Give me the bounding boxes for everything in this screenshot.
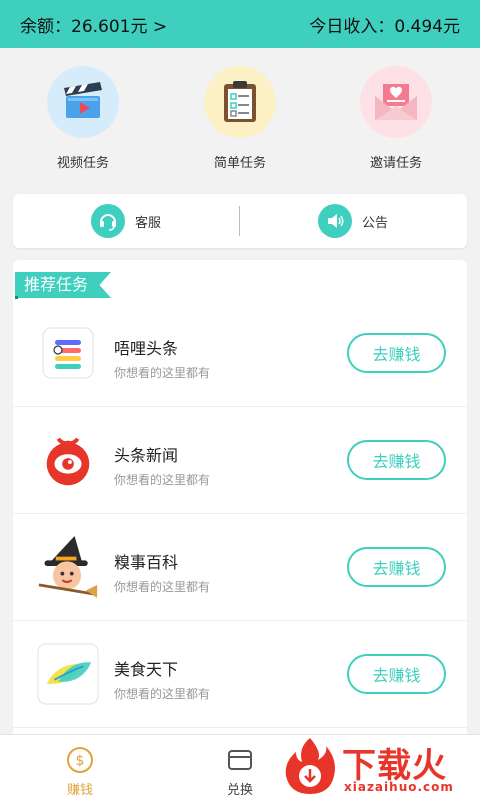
speaker-icon [318, 204, 352, 238]
red-eye-app-icon [37, 429, 99, 491]
notice-button[interactable]: 公告 [318, 194, 388, 248]
tab-exchange-label: 兑换 [226, 783, 253, 798]
task-name: 糗事百科 [114, 553, 179, 572]
tab-exchange[interactable]: 兑换 [200, 745, 280, 798]
notice-label: 公告 [362, 215, 389, 231]
watermark: 下载火 xiazaihuo.com [282, 736, 478, 798]
task-desc: 你想看的这里都有 [114, 366, 211, 380]
recommended-tasks-card: 推荐任务 唔哩头条 你想看的这里都有 去赚钱 头条新闻 你想看的这里都有 去赚钱… [13, 260, 467, 740]
video-task-button[interactable]: 视频任务 [28, 66, 138, 171]
witch-app-icon [37, 536, 99, 598]
invite-task-label: 邀请任务 [369, 156, 422, 171]
balance-link[interactable]: 余额：26.601元 > [20, 12, 167, 37]
svg-text:$: $ [76, 753, 85, 769]
recommended-title: 推荐任务 [15, 272, 111, 298]
earn-button[interactable]: 去赚钱 [347, 547, 446, 587]
earn-button[interactable]: 去赚钱 [347, 440, 446, 480]
tab-earn-label: 赚钱 [66, 783, 93, 798]
task-desc: 你想看的这里都有 [114, 580, 211, 594]
video-clapper-icon [47, 66, 119, 138]
envelope-heart-icon [360, 66, 432, 138]
task-name: 头条新闻 [114, 446, 179, 465]
service-notice-bar: 客服 公告 [13, 194, 467, 248]
task-row: 糗事百科 你想看的这里都有 去赚钱 [13, 514, 467, 621]
wallet-icon [225, 745, 255, 775]
headset-icon [91, 204, 125, 238]
earn-button[interactable]: 去赚钱 [347, 654, 446, 694]
top-bar: 余额：26.601元 > 今日收入：0.494元 [0, 0, 480, 48]
task-name: 唔哩头条 [114, 339, 179, 358]
list-app-icon [37, 322, 99, 384]
task-row: 头条新闻 你想看的这里都有 去赚钱 [13, 407, 467, 514]
invite-task-button[interactable]: 邀请任务 [341, 66, 451, 171]
leaf-app-icon [37, 643, 99, 705]
task-row: 美食天下 你想看的这里都有 去赚钱 [13, 621, 467, 728]
customer-service-button[interactable]: 客服 [91, 194, 161, 248]
divider [239, 206, 240, 236]
simple-task-label: 简单任务 [213, 156, 266, 171]
coin-icon: $ [65, 745, 95, 775]
earn-button[interactable]: 去赚钱 [347, 333, 446, 373]
clipboard-icon [204, 66, 276, 138]
watermark-url: xiazaihuo.com [344, 780, 454, 794]
task-desc: 你想看的这里都有 [114, 687, 211, 701]
ribbon-tail [15, 296, 18, 299]
customer-service-label: 客服 [135, 215, 162, 231]
quick-actions: 视频任务 简单任务 邀请任务 [0, 66, 480, 186]
tab-earn[interactable]: $ 赚钱 [40, 745, 120, 798]
task-name: 美食天下 [114, 660, 179, 679]
task-row: 唔哩头条 你想看的这里都有 去赚钱 [13, 300, 467, 407]
video-task-label: 视频任务 [56, 156, 109, 171]
today-income: 今日收入：0.494元 [309, 16, 460, 37]
flame-logo-icon [285, 738, 335, 794]
task-desc: 你想看的这里都有 [114, 473, 211, 487]
simple-task-button[interactable]: 简单任务 [185, 66, 295, 171]
